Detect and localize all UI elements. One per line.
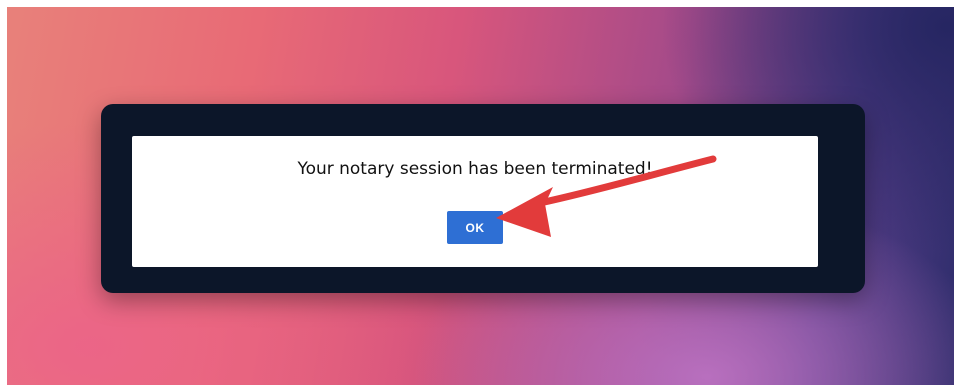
- ok-button[interactable]: OK: [447, 211, 503, 244]
- dialog: Your notary session has been terminated!…: [101, 104, 865, 293]
- background: Your notary session has been terminated!…: [7, 7, 954, 385]
- dialog-panel: Your notary session has been terminated!…: [132, 136, 818, 267]
- dialog-message: Your notary session has been terminated!: [297, 159, 653, 179]
